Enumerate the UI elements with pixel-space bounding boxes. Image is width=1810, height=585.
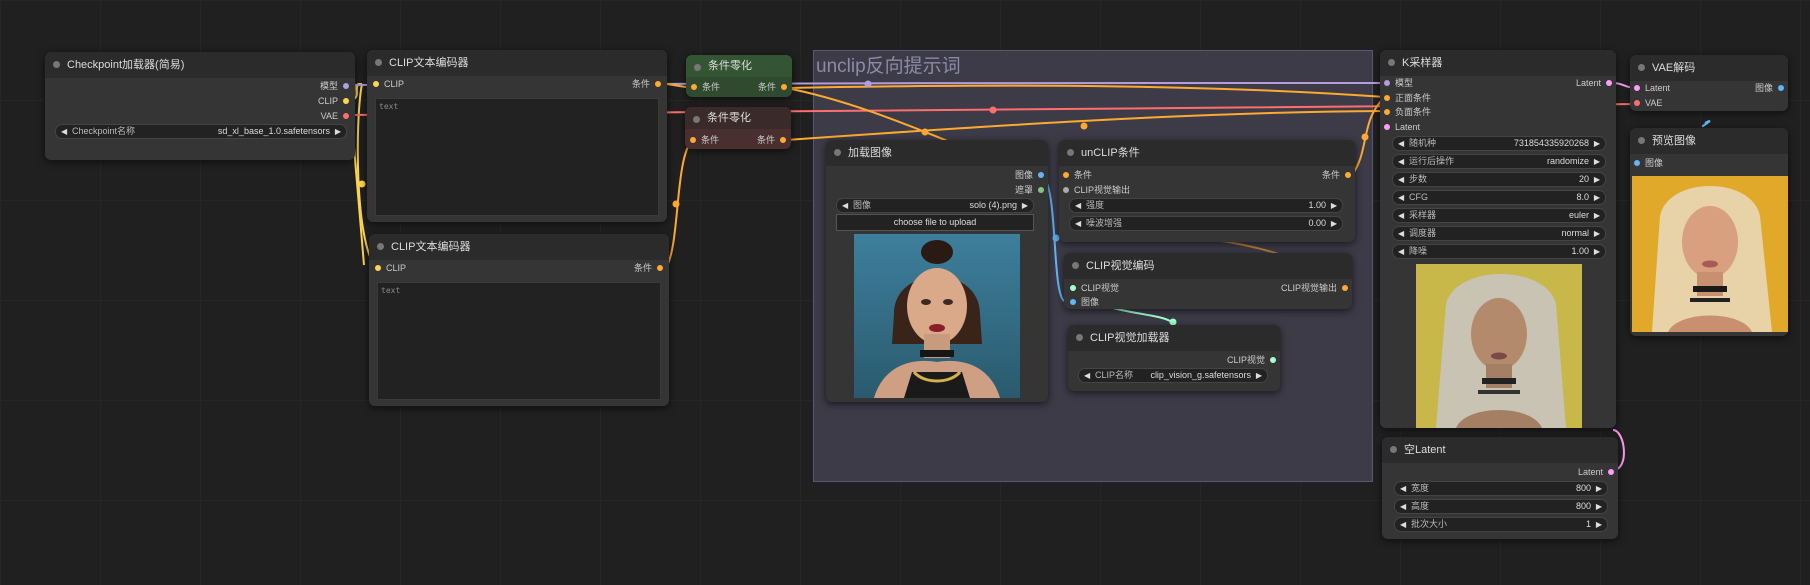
node-checkpoint-loader[interactable]: Checkpoint加载器(简易) 模型 CLIP VAE ◀ Checkpoin…	[45, 52, 355, 160]
input-clip-vision[interactable]: CLIP视觉	[1070, 282, 1119, 294]
node-title[interactable]: CLIP文本编码器	[367, 50, 667, 76]
noise-augmentation-stepper[interactable]: ◀ 噪波增强 0.00 ▶	[1069, 216, 1343, 231]
node-load-image[interactable]: 加载图像 图像 遮罩 ◀ 图像 solo (4).png ▶ choose file …	[826, 140, 1048, 402]
output-clip-vision[interactable]: CLIP视觉输出	[1281, 282, 1348, 294]
input-conditioning[interactable]: 条件	[691, 81, 720, 93]
cfg-stepper[interactable]: ◀ CFG 8.0 ▶	[1392, 190, 1606, 205]
output-clip[interactable]: CLIP	[318, 95, 349, 107]
node-title[interactable]: VAE解码	[1630, 55, 1788, 81]
input-vae[interactable]: VAE	[1634, 97, 1662, 109]
prompt-textarea[interactable]: text	[375, 98, 659, 216]
input-clip[interactable]: CLIP	[373, 78, 404, 90]
width-stepper[interactable]: ◀ 宽度 800 ▶	[1394, 481, 1608, 496]
output-model[interactable]: 模型	[320, 80, 349, 92]
node-clip-text-encode-2[interactable]: CLIP文本编码器 CLIP 条件 text	[369, 234, 669, 406]
input-latent[interactable]: Latent	[1634, 82, 1670, 94]
input-model[interactable]: 模型	[1384, 77, 1413, 89]
output-clip-vision[interactable]: CLIP视觉	[1227, 354, 1276, 366]
node-empty-latent[interactable]: 空Latent Latent ◀ 宽度 800 ▶ ◀ 高度 800 ▶ ◀ 批次大小 1 ▶	[1382, 437, 1618, 539]
node-clip-vision-encode[interactable]: CLIP视觉编码 CLIP视觉 图像 CLIP视觉输出	[1064, 253, 1352, 309]
upload-button[interactable]: choose file to upload	[836, 214, 1034, 231]
input-negative[interactable]: 负面条件	[1384, 106, 1431, 118]
node-title[interactable]: unCLIP条件	[1059, 140, 1355, 166]
prompt-textarea[interactable]: text	[377, 282, 661, 400]
node-title[interactable]: CLIP视觉编码	[1064, 253, 1352, 279]
input-conditioning[interactable]: 条件	[1063, 169, 1092, 181]
control-after-generate-select[interactable]: ◀ 运行后操作 randomize ▶	[1392, 154, 1606, 169]
output-conditioning[interactable]: 条件	[1322, 169, 1351, 181]
output-latent[interactable]: Latent	[1576, 77, 1612, 89]
node-title[interactable]: 加载图像	[826, 140, 1048, 166]
output-conditioning[interactable]: 条件	[758, 81, 787, 93]
node-unclip-conditioning[interactable]: unCLIP条件 条件 CLIP视觉输出 条件 ◀ 强度 1.00 ▶ ◀ 噪波增强 0.…	[1059, 140, 1355, 242]
input-image[interactable]: 图像	[1070, 296, 1099, 308]
sampler-select[interactable]: ◀ 采样器 euler ▶	[1392, 208, 1606, 223]
node-title[interactable]: 条件零化	[686, 55, 792, 77]
steps-stepper[interactable]: ◀ 步数 20 ▶	[1392, 172, 1606, 187]
node-clip-vision-loader[interactable]: CLIP视觉加载器 CLIP视觉 ◀ CLIP名称 clip_vision_g.sa…	[1068, 325, 1280, 391]
output-conditioning[interactable]: 条件	[757, 134, 786, 146]
node-conditioning-zero-1[interactable]: 条件零化 条件 条件	[686, 55, 792, 97]
height-stepper[interactable]: ◀ 高度 800 ▶	[1394, 499, 1608, 514]
node-title[interactable]: CLIP文本编码器	[369, 234, 669, 260]
output-vae[interactable]: VAE	[321, 110, 349, 122]
input-positive[interactable]: 正面条件	[1384, 92, 1431, 104]
batch-size-stepper[interactable]: ◀ 批次大小 1 ▶	[1394, 517, 1608, 532]
seed-stepper[interactable]: ◀ 随机种 731854335920268 ▶	[1392, 136, 1606, 151]
output-latent[interactable]: Latent	[1578, 466, 1614, 478]
strength-stepper[interactable]: ◀ 强度 1.00 ▶	[1069, 198, 1343, 213]
node-clip-text-encode-1[interactable]: CLIP文本编码器 CLIP 条件 text	[367, 50, 667, 222]
node-title[interactable]: K采样器	[1380, 50, 1616, 76]
node-ksampler[interactable]: K采样器 模型 正面条件 负面条件 Latent Latent ◀ 随机种 7318…	[1380, 50, 1616, 428]
node-title[interactable]: 空Latent	[1382, 437, 1618, 463]
output-image[interactable]: 图像	[1755, 82, 1784, 94]
input-latent[interactable]: Latent	[1384, 121, 1420, 133]
node-title[interactable]: 条件零化	[685, 107, 791, 129]
image-select[interactable]: ◀ 图像 solo (4).png ▶	[836, 198, 1034, 213]
node-conditioning-zero-2[interactable]: 条件零化 条件 条件	[685, 107, 791, 149]
scheduler-select[interactable]: ◀ 调度器 normal ▶	[1392, 226, 1606, 241]
node-vae-decode[interactable]: VAE解码 Latent VAE 图像	[1630, 55, 1788, 111]
checkpoint-name-select[interactable]: ◀ Checkpoint名称 sd_xl_base_1.0.safetensors ▶	[55, 124, 347, 139]
output-conditioning[interactable]: 条件	[634, 262, 663, 274]
input-clip-vision-output[interactable]: CLIP视觉输出	[1063, 184, 1130, 196]
node-title[interactable]: Checkpoint加载器(简易)	[45, 52, 355, 78]
input-clip[interactable]: CLIP	[375, 262, 406, 274]
denoise-stepper[interactable]: ◀ 降噪 1.00 ▶	[1392, 244, 1606, 259]
output-image[interactable]: 图像	[1015, 169, 1044, 181]
input-conditioning[interactable]: 条件	[690, 134, 719, 146]
preview-output-image	[1632, 176, 1788, 332]
node-title[interactable]: 预览图像	[1630, 128, 1788, 154]
node-title[interactable]: CLIP视觉加载器	[1068, 325, 1280, 351]
output-mask[interactable]: 遮罩	[1015, 184, 1044, 196]
sampler-preview-image	[1416, 264, 1582, 428]
clip-name-select[interactable]: ◀ CLIP名称 clip_vision_g.safetensors ▶	[1078, 368, 1268, 383]
group-title: unclip反向提示词	[816, 56, 961, 77]
node-preview-image[interactable]: 预览图像 图像	[1630, 128, 1788, 336]
loaded-image-preview	[854, 234, 1020, 398]
output-conditioning[interactable]: 条件	[632, 78, 661, 90]
input-image[interactable]: 图像	[1634, 157, 1663, 169]
